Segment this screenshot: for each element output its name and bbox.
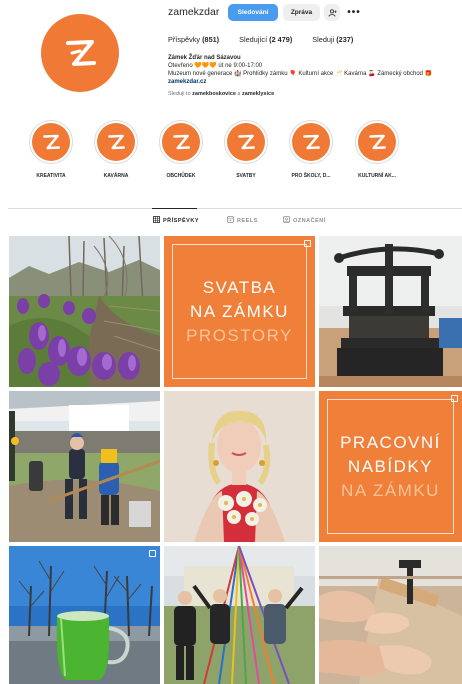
zamek-logo-icon bbox=[369, 134, 386, 150]
followed-by[interactable]: Sleduji to zamekboskovice a zameklysice bbox=[168, 90, 462, 98]
profile-username: zamekzdar bbox=[168, 6, 220, 18]
post-wedding[interactable]: SVATBA NA ZÁMKU PROSTORY bbox=[164, 236, 315, 387]
highlight-ring bbox=[289, 120, 333, 164]
tab-tagged-label: OZNAČENÍ bbox=[293, 217, 326, 224]
post-frame bbox=[327, 399, 454, 534]
book-press-photo bbox=[319, 236, 462, 387]
post-jobs[interactable]: PRACOVNÍ NABÍDKY NA ZÁMKU bbox=[319, 391, 462, 542]
followers-count[interactable]: Sledující (2 479) bbox=[239, 35, 292, 44]
highlight-cover bbox=[162, 123, 200, 161]
followed-by-user-2: zameklysice bbox=[242, 91, 275, 97]
posts-value: (851) bbox=[202, 35, 220, 44]
zamek-logo-icon bbox=[173, 134, 190, 150]
tab-reels[interactable]: REELS bbox=[227, 216, 258, 225]
zamek-logo-icon bbox=[303, 134, 320, 150]
following-label: Sleduji bbox=[312, 35, 335, 44]
post-book-press[interactable] bbox=[319, 236, 462, 387]
highlight-ring bbox=[29, 120, 73, 164]
tab-posts-label: PŘÍSPĚVKY bbox=[163, 217, 199, 224]
post-frame bbox=[172, 244, 307, 379]
followers-label: Sledující bbox=[239, 35, 268, 44]
post-woodwork[interactable] bbox=[319, 546, 462, 684]
tab-tagged[interactable]: OZNAČENÍ bbox=[283, 216, 326, 225]
portrait-photo bbox=[164, 391, 315, 542]
following-button[interactable]: Sledování bbox=[228, 4, 278, 21]
message-button[interactable]: Zpráva bbox=[283, 4, 320, 21]
easter-market-photo bbox=[9, 391, 160, 542]
highlight-cover bbox=[32, 123, 70, 161]
highlight-label: KREATIVITA bbox=[36, 173, 66, 179]
more-options-icon: ••• bbox=[347, 7, 361, 18]
highlight-cover bbox=[292, 123, 330, 161]
highlight-label: PRO ŠKOLY, D... bbox=[291, 173, 331, 179]
reels-icon bbox=[227, 216, 234, 225]
highlight-pro-skoly[interactable]: PRO ŠKOLY, D... bbox=[279, 120, 343, 179]
following-count[interactable]: Sleduji (237) bbox=[312, 35, 353, 44]
highlight-obchudek[interactable]: OBCHŮDEK bbox=[149, 120, 213, 179]
more-options-button[interactable]: ••• bbox=[347, 4, 361, 21]
highlight-label: OBCHŮDEK bbox=[166, 173, 196, 179]
tabs-divider bbox=[8, 208, 462, 209]
profile-avatar[interactable] bbox=[41, 14, 119, 92]
grid-icon bbox=[153, 216, 160, 225]
highlight-ring bbox=[355, 120, 399, 164]
zamek-logo-icon bbox=[108, 134, 125, 150]
profile-bio: Zámek Žďár nad Sázavou Otevřeno 🧡🧡🧡 út n… bbox=[168, 54, 462, 98]
highlight-ring bbox=[224, 120, 268, 164]
post-maypole[interactable] bbox=[164, 546, 315, 684]
tab-reels-label: REELS bbox=[237, 217, 258, 224]
posts-grid: SVATBA NA ZÁMKU PROSTORY PRACOVNÍ NABÍDK… bbox=[9, 236, 462, 684]
posts-count[interactable]: Příspěvky (851) bbox=[168, 35, 219, 44]
highlight-label: KAVÁRNA bbox=[103, 173, 129, 179]
highlight-ring bbox=[159, 120, 203, 164]
highlight-cover bbox=[358, 123, 396, 161]
zamek-logo-icon bbox=[238, 134, 255, 150]
bio-website-link[interactable]: zamekzdar.cz bbox=[168, 78, 462, 86]
followed-by-and: a bbox=[237, 91, 241, 97]
active-tab-indicator bbox=[152, 208, 197, 209]
suggest-users-button[interactable] bbox=[324, 4, 340, 21]
green-beer-photo bbox=[9, 546, 160, 684]
posts-label: Příspěvky bbox=[168, 35, 201, 44]
followed-by-prefix: Sleduji to bbox=[168, 91, 191, 97]
highlight-cover bbox=[227, 123, 265, 161]
crocus-photo bbox=[9, 236, 160, 387]
following-value: (237) bbox=[336, 35, 354, 44]
post-crocuses[interactable] bbox=[9, 236, 160, 387]
followers-value: (2 479) bbox=[269, 35, 293, 44]
post-easter-market[interactable] bbox=[9, 391, 160, 542]
highlight-svatby[interactable]: SVATBY bbox=[214, 120, 278, 179]
woodwork-photo bbox=[319, 546, 462, 684]
add-person-icon bbox=[328, 8, 337, 17]
tag-icon bbox=[283, 216, 290, 225]
profile-stats: Příspěvky (851) Sledující (2 479) Sleduj… bbox=[168, 35, 373, 44]
highlight-label: SVATBY bbox=[236, 173, 256, 179]
tab-posts[interactable]: PŘÍSPĚVKY bbox=[153, 216, 199, 225]
highlight-kulturni-akce[interactable]: KULTURNÍ AK... bbox=[345, 120, 409, 179]
carousel-icon bbox=[304, 240, 311, 247]
carousel-icon bbox=[149, 550, 156, 557]
profile-tabs: PŘÍSPĚVKY REELS OZNAČENÍ bbox=[0, 216, 462, 228]
highlight-label: KULTURNÍ AK... bbox=[358, 173, 396, 179]
story-highlights: KREATIVITA KAVÁRNA OBCHŮDEK SVATBY PRO Š… bbox=[0, 120, 462, 190]
profile-full-name: Zámek Žďár nad Sázavou bbox=[168, 55, 241, 61]
carousel-icon bbox=[451, 395, 458, 402]
bio-description: Muzeum nové generace 🏰 Prohlídky zámku 🎈… bbox=[168, 71, 433, 77]
post-green-beer[interactable] bbox=[9, 546, 160, 684]
zamek-logo-icon bbox=[66, 40, 96, 66]
maypole-photo bbox=[164, 546, 315, 684]
zamek-logo-icon bbox=[43, 134, 60, 150]
followed-by-user-1: zamekboskovice bbox=[192, 91, 236, 97]
post-woman-portrait[interactable] bbox=[164, 391, 315, 542]
highlight-ring bbox=[94, 120, 138, 164]
highlight-cover bbox=[97, 123, 135, 161]
bio-opening-hours: Otevřeno 🧡🧡🧡 út ne 9:00-17:00 bbox=[168, 63, 263, 69]
profile-header: zamekzdar Sledování Zpráva ••• Příspěvky… bbox=[0, 0, 462, 112]
highlight-kreativita[interactable]: KREATIVITA bbox=[19, 120, 83, 179]
highlight-kavarna[interactable]: KAVÁRNA bbox=[84, 120, 148, 179]
